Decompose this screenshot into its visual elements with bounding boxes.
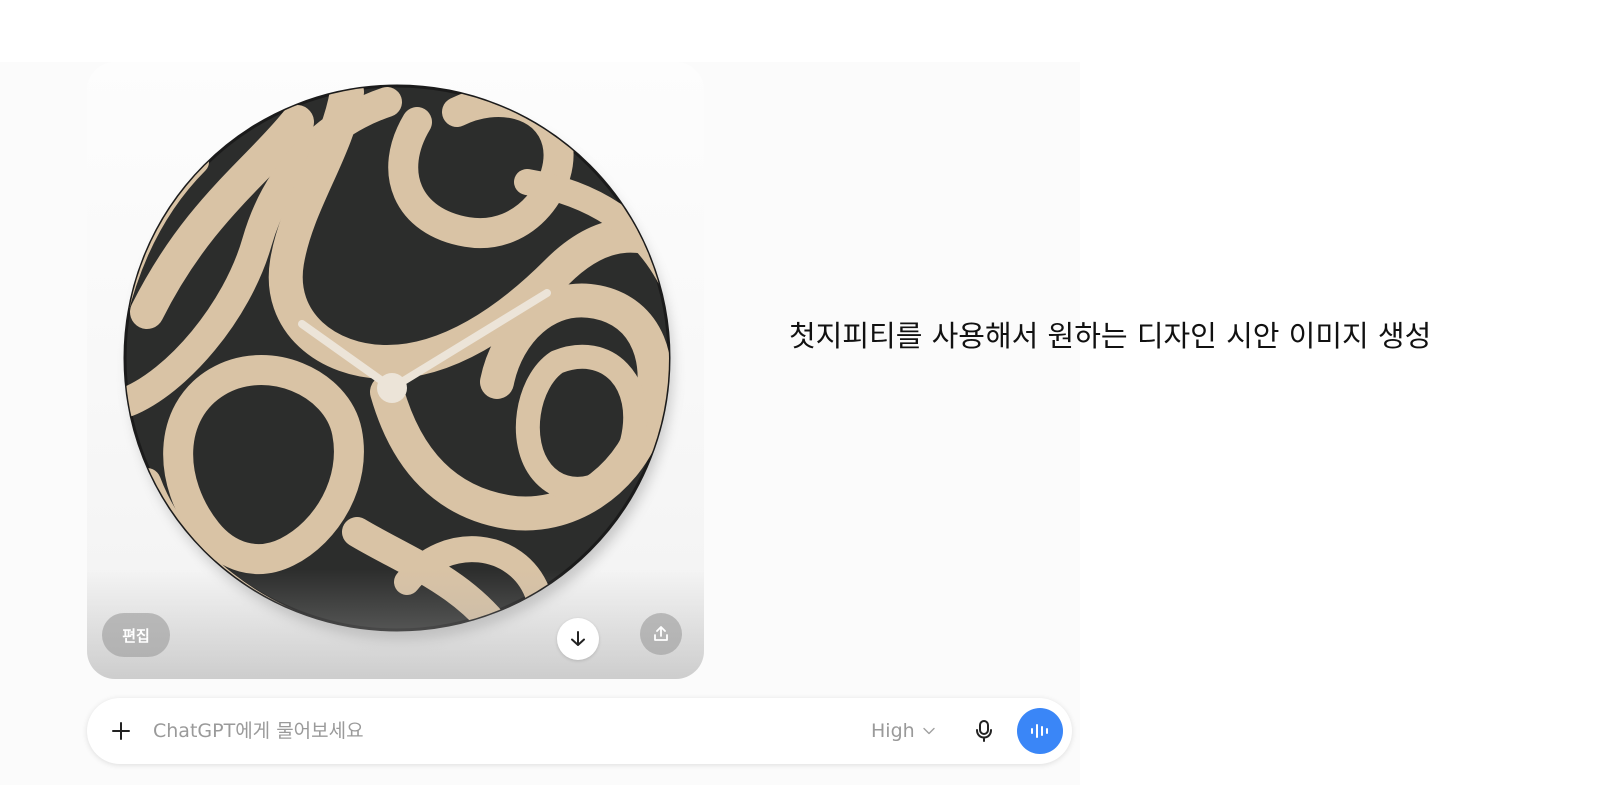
voice-mode-button[interactable]	[1017, 708, 1063, 754]
model-select[interactable]: High	[871, 718, 935, 744]
generated-image[interactable]: 편집	[87, 62, 704, 679]
model-select-label: High	[871, 720, 915, 742]
mic-icon	[976, 720, 992, 742]
clock-image	[123, 84, 673, 640]
mic-button[interactable]	[971, 718, 997, 744]
download-button[interactable]	[557, 618, 599, 660]
share-icon	[654, 626, 668, 641]
message-composer: High	[87, 698, 1072, 764]
chevron-down-icon	[922, 727, 935, 735]
share-button[interactable]	[640, 613, 682, 655]
plus-icon[interactable]	[109, 719, 133, 743]
download-icon	[571, 631, 585, 646]
caption-text: 첫지피티를 사용해서 원하는 디자인 시안 이미지 생성	[789, 319, 1432, 353]
voice-mode-icon	[1031, 724, 1048, 738]
prompt-input[interactable]	[153, 716, 793, 746]
edit-image-button[interactable]: 편집	[102, 613, 170, 657]
